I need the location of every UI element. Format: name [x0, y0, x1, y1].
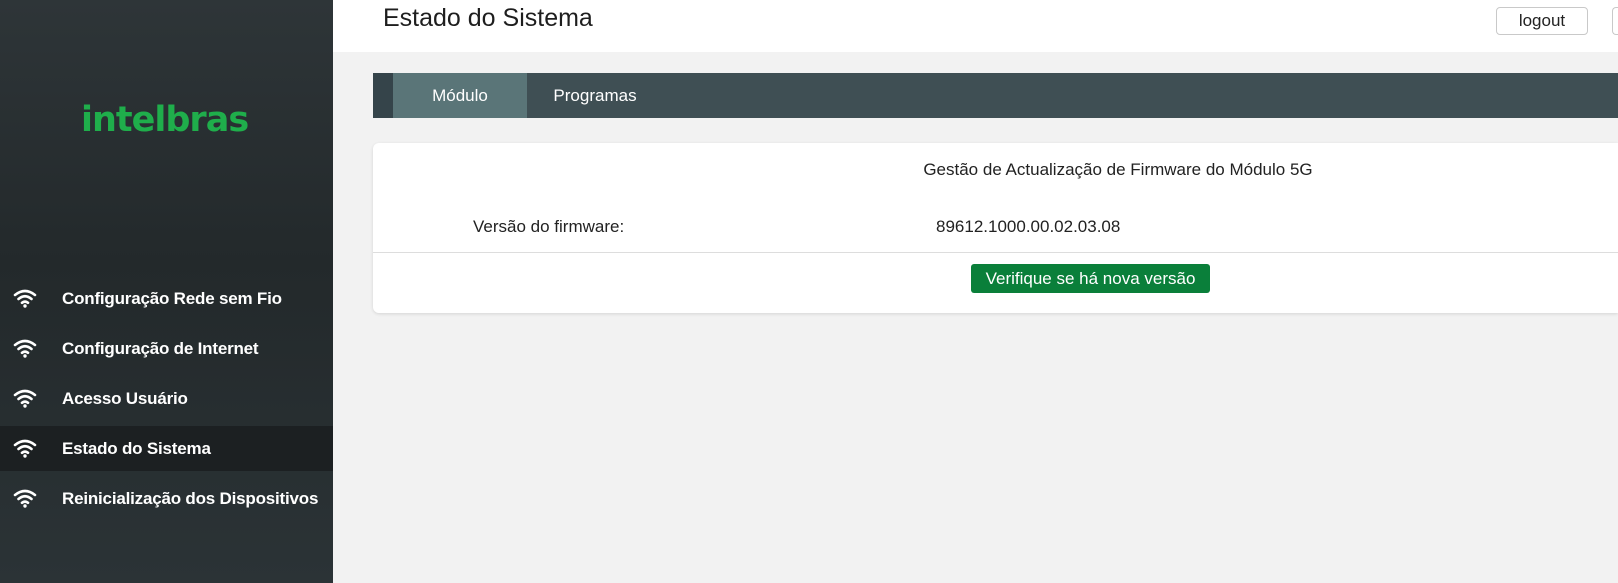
sidebar-item-user-access[interactable]: Acesso Usuário: [0, 376, 333, 421]
divider: [373, 252, 1618, 253]
wifi-icon: [13, 389, 37, 408]
top-header: Estado do Sistema logout: [333, 0, 1618, 52]
sidebar: intelbras Configuração Rede sem Fio Conf…: [0, 0, 333, 583]
app-root: intelbras Configuração Rede sem Fio Conf…: [0, 0, 1618, 583]
header-extra-button[interactable]: [1612, 7, 1618, 35]
wifi-icon: [13, 439, 37, 458]
sidebar-item-label: Configuração de Internet: [62, 338, 259, 358]
wifi-icon: [13, 289, 37, 308]
firmware-panel: Gestão de Actualização de Firmware do Mó…: [373, 143, 1618, 313]
sidebar-item-device-reboot[interactable]: Reinicialização dos Dispositivos: [0, 476, 333, 521]
sidebar-item-label: Estado do Sistema: [62, 438, 211, 458]
check-new-version-button[interactable]: Verifique se há nova versão: [971, 264, 1210, 293]
sidebar-nav: Configuração Rede sem Fio Configuração d…: [0, 276, 333, 526]
sidebar-item-internet-config[interactable]: Configuração de Internet: [0, 326, 333, 371]
sidebar-item-label: Configuração Rede sem Fio: [62, 288, 282, 308]
firmware-panel-title: Gestão de Actualização de Firmware do Mó…: [923, 160, 1313, 179]
tab-module[interactable]: Módulo: [393, 73, 527, 118]
wifi-icon: [13, 339, 37, 358]
firmware-version-value: 89612.1000.00.02.03.08: [936, 217, 1121, 236]
logout-button[interactable]: logout: [1496, 7, 1588, 35]
tab-bar: Módulo Programas: [373, 73, 1618, 118]
page-title: Estado do Sistema: [383, 4, 593, 32]
tab-programs[interactable]: Programas: [527, 73, 663, 118]
sidebar-item-wireless-config[interactable]: Configuração Rede sem Fio: [0, 276, 333, 321]
tab-bar-edge: [373, 73, 393, 118]
sidebar-item-system-status[interactable]: Estado do Sistema: [0, 426, 333, 471]
firmware-version-label: Versão do firmware:: [473, 217, 625, 236]
sidebar-item-label: Acesso Usuário: [62, 388, 188, 408]
sidebar-item-label: Reinicialização dos Dispositivos: [62, 488, 319, 508]
wifi-icon: [13, 489, 37, 508]
intelbras-logo: intelbras: [81, 100, 249, 140]
